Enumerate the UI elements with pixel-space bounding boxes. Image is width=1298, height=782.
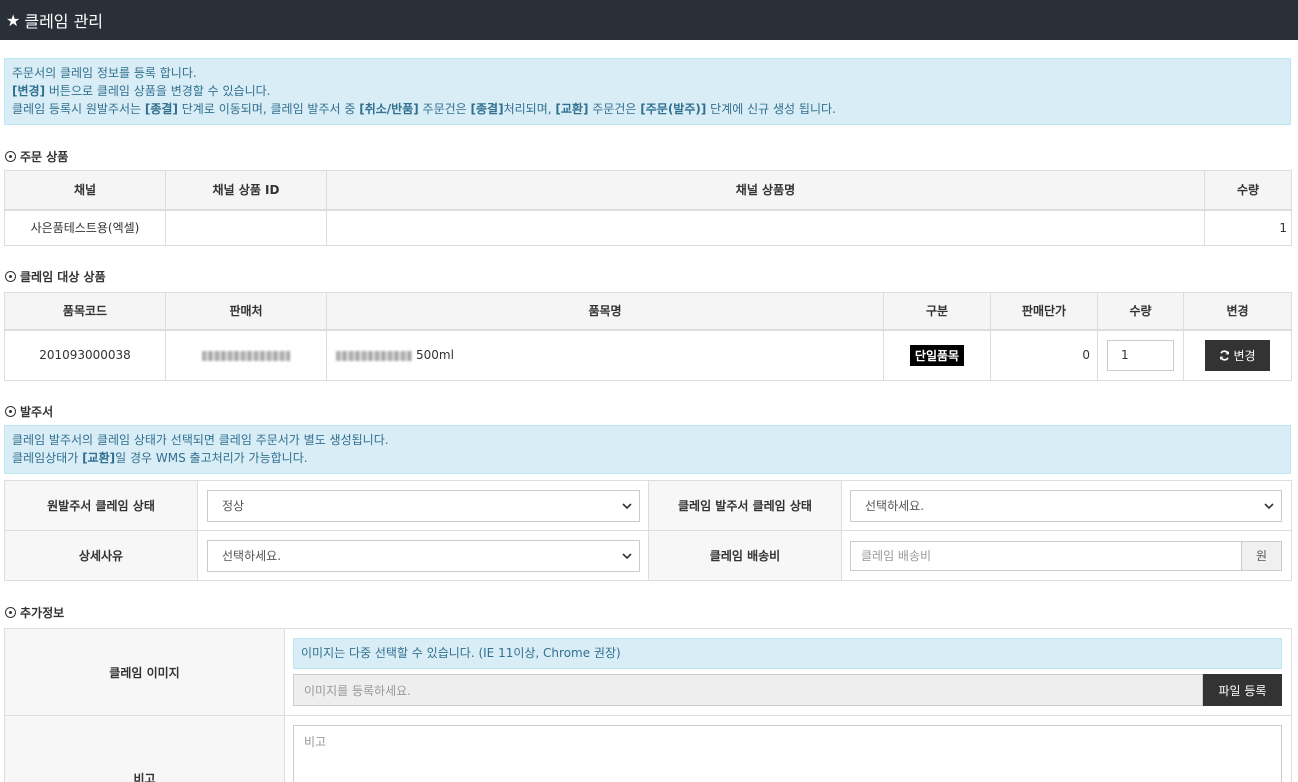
cell-product-id xyxy=(165,209,327,246)
currency-addon: 원 xyxy=(1242,540,1282,571)
notice-keyword: [취소/반품] xyxy=(359,102,419,116)
memo-cell: 비고 xyxy=(284,715,1292,782)
star-icon: ★ xyxy=(6,10,21,30)
image-notice: 이미지는 다중 선택할 수 있습니다. (IE 11이상, Chrome 권장) xyxy=(293,638,1282,669)
refresh-icon xyxy=(1220,350,1230,361)
section-extra-info: 추가정보 xyxy=(5,604,64,621)
section-title-text: 주문 상품 xyxy=(20,150,69,164)
page-header: ★ 클레임 관리 xyxy=(0,0,1298,40)
cell-quantity xyxy=(1097,329,1184,381)
cell-quantity: 1 xyxy=(1204,209,1292,246)
section-title-text: 클레임 대상 상품 xyxy=(20,270,106,284)
select-value: 정상 xyxy=(222,499,245,513)
detail-reason-label: 상세사유 xyxy=(4,530,198,581)
notice-text: 단계에 신규 생성 됩니다. xyxy=(706,102,836,116)
memo-textarea[interactable]: 비고 xyxy=(293,725,1282,782)
change-button-label: 변경 xyxy=(1233,348,1256,363)
table-row: 사은품테스트용(엑셀) 1 xyxy=(4,209,1292,246)
select-value: 선택하세요. xyxy=(222,549,282,563)
claim-status-select[interactable]: 선택하세요. xyxy=(850,489,1282,522)
section-claim-products: 클레임 대상 상품 xyxy=(5,268,106,285)
column-header: 품목코드 xyxy=(4,292,166,331)
notice-text: 주문건은 xyxy=(588,102,641,116)
shipping-fee-input[interactable]: 클레임 배송비 xyxy=(850,540,1242,571)
item-name-suffix: 500ml xyxy=(416,348,454,363)
cell-type: 단일품목 xyxy=(883,329,991,381)
image-filename-input: 이미지를 등록하세요. xyxy=(293,674,1203,706)
type-badge: 단일품목 xyxy=(909,344,965,366)
order-products-table: 채널 채널 상품 ID 채널 상품명 수량 사은품테스트용(엑셀) 1 xyxy=(4,170,1292,246)
column-header: 수량 xyxy=(1204,170,1292,211)
column-header: 판매단가 xyxy=(990,292,1098,331)
shipping-fee-label: 클레임 배송비 xyxy=(648,530,842,581)
change-button[interactable]: 변경 xyxy=(1205,339,1270,371)
column-header: 변경 xyxy=(1183,292,1292,331)
memo-label: 비고 xyxy=(4,715,285,782)
claim-status-label: 클레임 발주서 클레임 상태 xyxy=(648,480,842,531)
extra-info-form: 클레임 이미지 이미지는 다중 선택할 수 있습니다. (IE 11이상, Ch… xyxy=(4,628,1292,782)
column-header: 수량 xyxy=(1097,292,1184,331)
notice-keyword: [종결] xyxy=(144,102,178,116)
notice-keyword: [주문(발주)] xyxy=(640,102,707,116)
claim-products-table: 품목코드 판매처 품목명 구분 판매단가 수량 변경 201093000038 … xyxy=(4,292,1292,381)
notice-line-1: 주문서의 클레임 정보를 등록 합니다. xyxy=(12,66,197,80)
section-title-text: 발주서 xyxy=(20,405,54,419)
section-title-text: 추가정보 xyxy=(20,606,65,620)
orig-status-cell: 정상 xyxy=(197,480,649,531)
claim-image-label: 클레임 이미지 xyxy=(4,628,285,716)
target-dot-icon xyxy=(5,271,16,282)
chevron-down-icon xyxy=(622,552,632,559)
cell-change: 변경 xyxy=(1183,329,1292,381)
section-purchase-order: 발주서 xyxy=(5,403,53,420)
cell-channel: 사은품테스트용(엑셀) xyxy=(4,209,166,246)
cell-seller xyxy=(165,329,327,381)
redacted-item-name xyxy=(336,350,412,361)
info-notice: 주문서의 클레임 정보를 등록 합니다. [변경] 버튼으로 클레임 상품을 변… xyxy=(4,58,1291,125)
cell-product-name xyxy=(326,209,1205,246)
column-header: 채널 상품명 xyxy=(326,170,1205,211)
notice-keyword: [교환] xyxy=(555,102,589,116)
purchase-order-form: 원발주서 클레임 상태 정상 클레임 발주서 클레임 상태 선택하세요. 상세사… xyxy=(4,480,1292,581)
notice-keyword: [종결] xyxy=(470,102,504,116)
notice-text: 클레임 등록시 원발주서는 xyxy=(12,102,145,116)
notice-line-2: [변경] 버튼으로 클레임 상품을 변경할 수 있습니다. xyxy=(12,84,271,98)
notice-line-2: 클레임상태가 [교환]일 경우 WMS 출고처리가 가능합니다. xyxy=(12,451,308,465)
orig-claim-status-select[interactable]: 정상 xyxy=(207,489,640,522)
chevron-down-icon xyxy=(1264,502,1274,509)
column-header: 품목명 xyxy=(326,292,884,331)
table-row: 201093000038 500ml 단일품목 0 변경 xyxy=(4,329,1292,381)
column-header: 채널 상품 ID xyxy=(165,170,327,211)
chevron-down-icon xyxy=(622,502,632,509)
shipping-fee-cell: 클레임 배송비 원 xyxy=(841,530,1292,581)
target-dot-icon xyxy=(5,151,16,162)
select-value: 선택하세요. xyxy=(865,499,925,513)
detail-reason-select[interactable]: 선택하세요. xyxy=(207,539,640,572)
orig-status-label: 원발주서 클레임 상태 xyxy=(4,480,198,531)
quantity-input[interactable] xyxy=(1107,339,1174,371)
cell-item-name: 500ml xyxy=(326,329,884,381)
section-order-products: 주문 상품 xyxy=(5,148,68,165)
column-header: 구분 xyxy=(883,292,991,331)
claim-status-cell: 선택하세요. xyxy=(841,480,1292,531)
notice-text: 처리되며, xyxy=(503,102,556,116)
column-header: 채널 xyxy=(4,170,166,211)
detail-reason-cell: 선택하세요. xyxy=(197,530,649,581)
column-header: 판매처 xyxy=(165,292,327,331)
notice-line-3: 클레임 등록시 원발주서는 [종결] 단계로 이동되며, 클레임 발주서 중 [… xyxy=(12,100,1283,118)
purchase-order-notice: 클레임 발주서의 클레임 상태가 선택되면 클레임 주문서가 별도 생성됩니다.… xyxy=(4,425,1291,474)
page-title: 클레임 관리 xyxy=(24,12,104,31)
target-dot-icon xyxy=(5,406,16,417)
notice-line-1: 클레임 발주서의 클레임 상태가 선택되면 클레임 주문서가 별도 생성됩니다. xyxy=(12,433,389,447)
file-upload-button[interactable]: 파일 등록 xyxy=(1203,674,1282,706)
target-dot-icon xyxy=(5,607,16,618)
cell-item-code: 201093000038 xyxy=(4,329,166,381)
cell-unit-price: 0 xyxy=(990,329,1098,381)
notice-text: 단계로 이동되며, 클레임 발주서 중 xyxy=(177,102,360,116)
claim-image-cell: 이미지는 다중 선택할 수 있습니다. (IE 11이상, Chrome 권장)… xyxy=(284,628,1292,716)
notice-text: 주문건은 xyxy=(418,102,471,116)
redacted-seller xyxy=(202,350,290,361)
